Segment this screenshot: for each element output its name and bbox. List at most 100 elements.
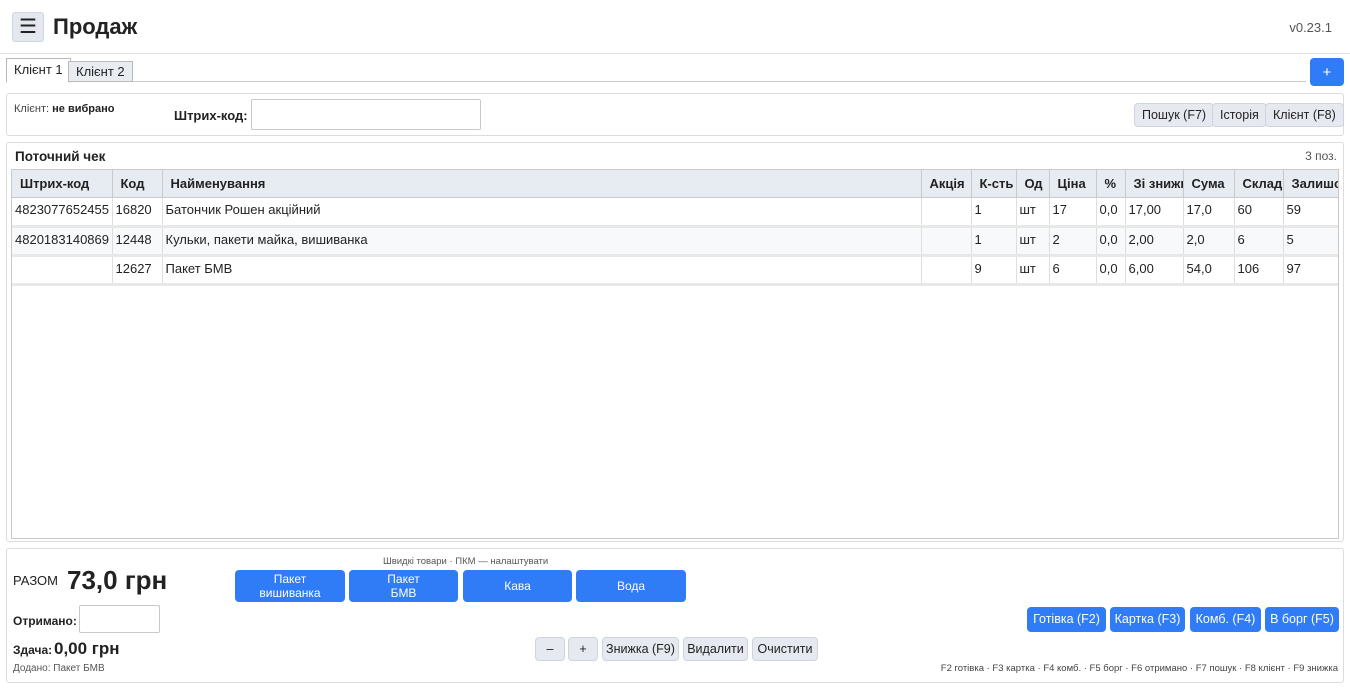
column-header[interactable]: Зі знижкою (1125, 170, 1184, 198)
column-header[interactable]: Сума (1183, 170, 1235, 198)
version-label: v0.23.1 (1289, 20, 1332, 35)
combined-payment-button[interactable]: Комб. (F4) (1190, 607, 1261, 632)
table-cell: шт (1016, 255, 1050, 286)
table-cell: Батончик Рошен акційний (162, 197, 922, 228)
receipt-panel: Поточний чек 3 поз. Штрих-код Код Наймен… (6, 142, 1344, 542)
client-status: Клієнт: не вибрано (14, 103, 114, 115)
client-panel: Клієнт: не вибрано Штрих-код: Пошук (F7)… (6, 93, 1344, 136)
table-cell: шт (1016, 197, 1050, 228)
keyboard-shortcuts-hint: F2 готівка · F3 картка · F4 комб. · F5 б… (940, 663, 1338, 674)
table-cell: шт (1016, 226, 1050, 257)
debt-payment-button[interactable]: В борг (F5) (1265, 607, 1339, 632)
table-cell: 16820 (112, 197, 163, 228)
column-header[interactable]: Од (1016, 170, 1050, 198)
quick-items-hint: Швидкі товари · ПКМ — налаштувати (383, 556, 549, 567)
table-header-row: Штрих-код Код Найменування Акція К-сть О… (12, 170, 1338, 198)
column-header[interactable]: Штрих-код (12, 170, 113, 198)
tab-client-1[interactable]: Клієнт 1 (6, 58, 71, 83)
table-cell (921, 255, 972, 286)
table-cell: 6,00 (1125, 255, 1184, 286)
barcode-label: Штрих-код: (174, 108, 248, 123)
table-row[interactable]: 12627 Пакет БМВ 9 шт 6 0,0 6,00 54,0 106… (12, 255, 1338, 286)
table-row[interactable]: 4823077652455 16820 Батончик Рошен акцій… (12, 197, 1338, 228)
table-cell: Пакет БМВ (162, 255, 922, 286)
receipt-table: Штрих-код Код Найменування Акція К-сть О… (11, 169, 1339, 539)
last-added-status: Додано: Пакет БМВ (13, 663, 105, 674)
table-cell[interactable]: 1 (971, 226, 1017, 257)
client-tabs: Клієнт 1 Клієнт 2 (6, 58, 1306, 83)
quick-item-button[interactable]: Пакет вишиванка (235, 570, 345, 602)
increase-quantity-button[interactable]: + (568, 637, 598, 661)
table-cell: 0,0 (1096, 255, 1126, 286)
column-header[interactable]: Акція (921, 170, 972, 198)
quick-item-label: Кава (504, 579, 531, 593)
table-cell: 17,0 (1183, 197, 1235, 228)
quick-item-label: Пакет БМВ (387, 572, 420, 600)
add-client-tab-button[interactable]: + (1310, 58, 1344, 86)
table-cell: 4820183140869 (12, 226, 113, 257)
quick-item-label: Пакет вишиванка (259, 572, 321, 600)
table-cell: 12448 (112, 226, 163, 257)
total-label: РАЗОМ (13, 573, 58, 588)
table-cell: 97 (1283, 255, 1338, 286)
table-cell: Кульки, пакети майка, вишиванка (162, 226, 922, 257)
delete-button[interactable]: Видалити (683, 637, 748, 661)
menu-button[interactable]: ☰ (12, 12, 44, 42)
tab-client-2[interactable]: Клієнт 2 (68, 61, 133, 82)
barcode-input[interactable] (251, 99, 481, 130)
column-header[interactable]: % (1096, 170, 1126, 198)
column-header[interactable]: Залишок (1283, 170, 1338, 198)
summary-panel: РАЗОМ 73,0 грн Швидкі товари · ПКМ — нал… (6, 548, 1344, 683)
column-header[interactable]: Склад (1234, 170, 1284, 198)
receipt-count: 3 поз. (1305, 149, 1337, 163)
table-cell: 0,0 (1096, 226, 1126, 257)
table-cell: 2,00 (1125, 226, 1184, 257)
quick-item-label: Вода (616, 579, 646, 593)
change-label: Здача: (13, 643, 53, 657)
table-cell[interactable]: 9 (971, 255, 1017, 286)
client-value: не вибрано (52, 103, 115, 115)
page-title: Продаж (53, 14, 138, 39)
quick-item-button[interactable]: Вода (576, 570, 686, 602)
change-value: 0,00 грн (54, 639, 120, 658)
table-cell: 2 (1049, 226, 1097, 257)
quick-item-button[interactable]: Кава (463, 570, 572, 602)
table-cell: 54,0 (1183, 255, 1235, 286)
table-cell: 12627 (112, 255, 163, 286)
table-cell: 2,0 (1183, 226, 1235, 257)
table-row[interactable]: 4820183140869 12448 Кульки, пакети майка… (12, 226, 1338, 257)
table-cell: 106 (1234, 255, 1284, 286)
table-cell: 6 (1049, 255, 1097, 286)
column-header[interactable]: Найменування (162, 170, 922, 198)
table-cell: 4823077652455 (12, 197, 113, 228)
received-input[interactable] (79, 605, 160, 633)
table-cell: 6 (1234, 226, 1284, 257)
app-header: ☰ Продаж v0.23.1 (0, 0, 1350, 54)
table-cell: 17 (1049, 197, 1097, 228)
discount-button[interactable]: Знижка (F9) (602, 637, 679, 661)
table-cell: 5 (1283, 226, 1338, 257)
client-prefix: Клієнт: (14, 103, 50, 115)
table-cell[interactable]: 1 (971, 197, 1017, 228)
cash-payment-button[interactable]: Готівка (F2) (1027, 607, 1106, 632)
table-cell: 60 (1234, 197, 1284, 228)
receipt-title: Поточний чек (15, 149, 106, 164)
column-header[interactable]: Ціна (1049, 170, 1097, 198)
table-cell: 17,00 (1125, 197, 1184, 228)
table-cell (12, 255, 113, 286)
history-button[interactable]: Історія (1212, 103, 1267, 127)
hamburger-icon: ☰ (19, 16, 37, 38)
decrease-quantity-button[interactable]: – (535, 637, 565, 661)
received-label: Отримано: (13, 614, 77, 628)
table-cell: 59 (1283, 197, 1338, 228)
search-button[interactable]: Пошук (F7) (1134, 103, 1215, 127)
column-header[interactable]: Код (112, 170, 163, 198)
card-payment-button[interactable]: Картка (F3) (1110, 607, 1185, 632)
column-header[interactable]: К-сть (971, 170, 1017, 198)
quick-item-button[interactable]: Пакет БМВ (349, 570, 458, 602)
total-value: 73,0 грн (67, 565, 168, 595)
clear-button[interactable]: Очистити (752, 637, 818, 661)
table-cell (921, 197, 972, 228)
client-button[interactable]: Клієнт (F8) (1265, 103, 1344, 127)
table-cell (921, 226, 972, 257)
